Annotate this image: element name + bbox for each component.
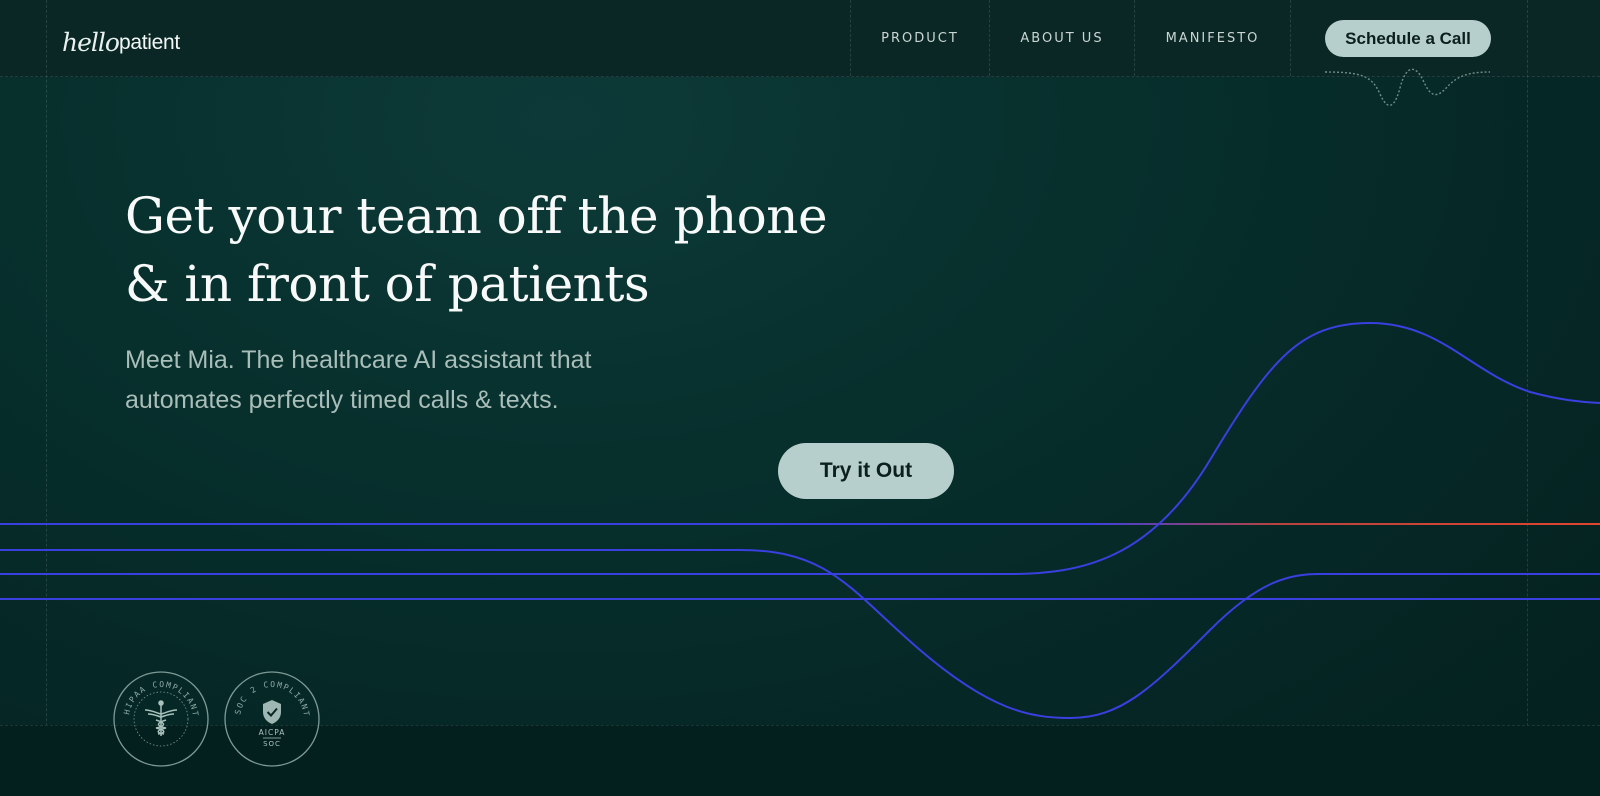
soc2-compliant-badge: SOC 2 COMPLIANT AICPA SOC	[224, 671, 320, 767]
caduceus-icon	[144, 700, 178, 736]
aicpa-label: AICPA	[259, 728, 286, 737]
hero-subheadline-line1: Meet Mia. The healthcare AI assistant th…	[125, 346, 592, 374]
shield-check-icon	[263, 700, 281, 724]
page: hello patient PRODUCT ABOUT US MANIFESTO…	[0, 0, 1600, 796]
hipaa-compliant-badge: HIPAA COMPLIANT	[113, 671, 209, 767]
soc-sub-label: SOC	[263, 740, 281, 748]
hero-subheadline-line2: automates perfectly timed calls & texts.	[125, 386, 559, 414]
hero-headline-line1: Get your team off the phone	[125, 187, 828, 245]
hero-subheadline: Meet Mia. The healthcare AI assistant th…	[125, 340, 745, 420]
cta-wave-outline	[1324, 68, 1491, 106]
try-it-out-button[interactable]: Try it Out	[778, 443, 954, 499]
hero-headline: Get your team off the phone & in front o…	[125, 182, 945, 318]
hero-headline-line2: & in front of patients	[125, 255, 650, 313]
